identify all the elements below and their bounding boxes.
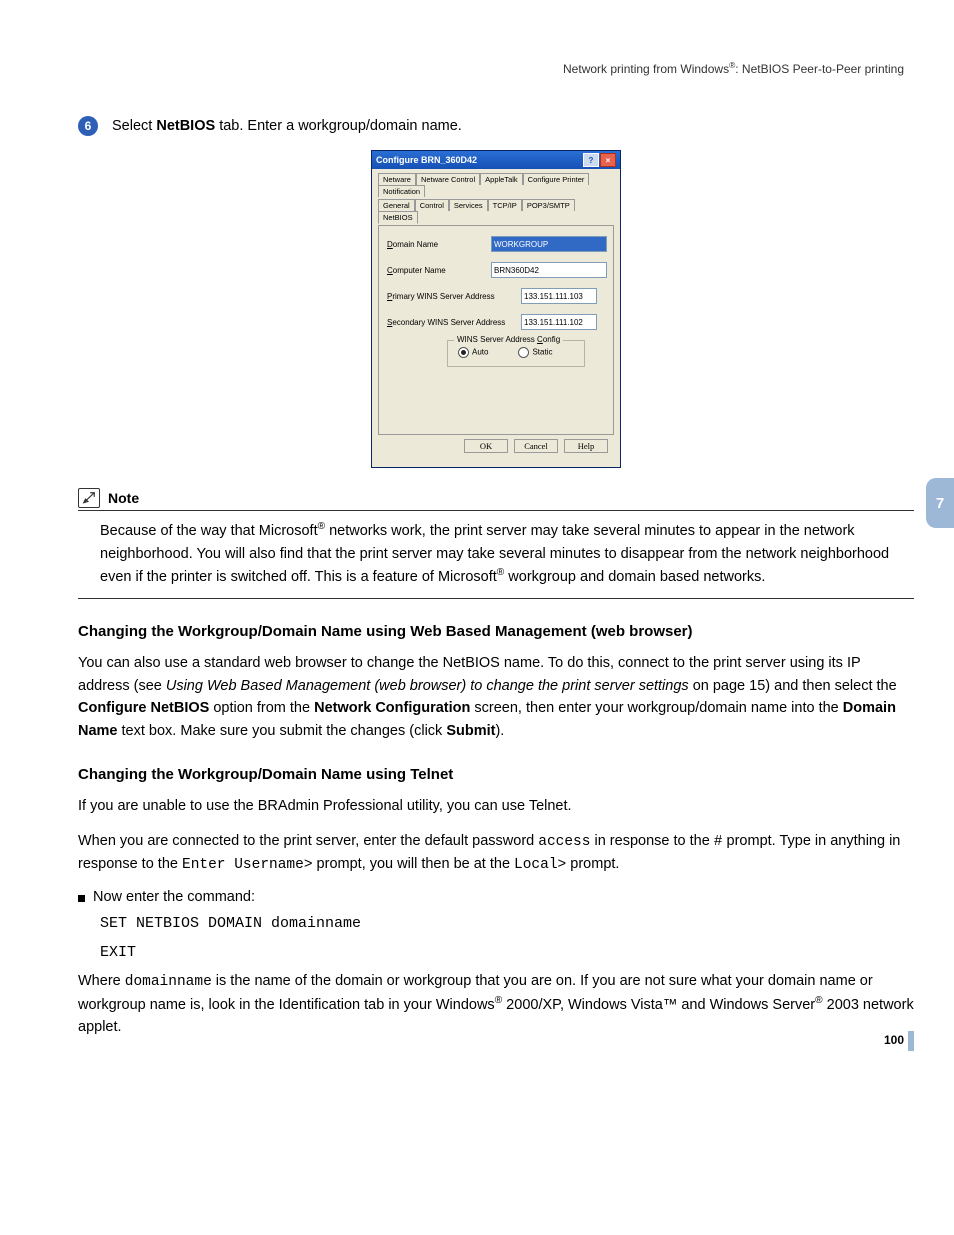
primary-wins-label: Primary WINS Server Address [387,292,515,301]
note-box: Note Because of the way that Microsoft® … [78,488,914,599]
computer-name-input[interactable] [491,262,607,278]
dialog-title: Configure BRN_360D42 [376,155,477,165]
domain-name-label: Domain Name [387,240,485,249]
page-number-bar [908,1031,914,1051]
heading-telnet: Changing the Workgroup/Domain Name using… [78,766,914,783]
radio-auto[interactable]: Auto [458,347,488,358]
tab-notification[interactable]: Notification [378,185,425,197]
tab-netbios[interactable]: NetBIOS [378,211,418,224]
heading-web-management: Changing the Workgroup/Domain Name using… [78,623,914,640]
note-icon [78,488,100,508]
secondary-wins-label: Secondary WINS Server Address [387,318,515,327]
tab-general[interactable]: General [378,199,415,211]
telnet-p1: If you are unable to use the BRAdmin Pro… [78,795,914,817]
note-body: Because of the way that Microsoft® netwo… [78,519,914,588]
note-label: Note [108,490,139,506]
cancel-button[interactable]: Cancel [514,439,558,453]
registered-mark: ® [815,995,822,1006]
ok-button[interactable]: OK [464,439,508,453]
dialog-tabs-row2: General Control Services TCP/IP POP3/SMT… [378,199,614,223]
telnet-p2: When you are connected to the print serv… [78,830,914,877]
wins-config-legend: WINS Server Address Config [454,335,563,344]
domain-name-input[interactable] [491,236,607,252]
tab-services[interactable]: Services [449,199,488,211]
tab-tcpip[interactable]: TCP/IP [488,199,522,211]
secondary-wins-input[interactable] [521,314,597,330]
command-set-netbios: SET NETBIOS DOMAIN domainname [100,911,914,937]
dialog-tabs-row1: Netware Netware Control AppleTalk Config… [378,173,614,197]
header-text-2: : NetBIOS Peer-to-Peer printing [735,62,904,76]
bullet-now-enter: Now enter the command: [78,889,914,905]
primary-wins-input[interactable] [521,288,597,304]
chapter-side-tab: 7 [926,478,954,528]
step-6-row: 6 Select NetBIOS tab. Enter a workgroup/… [78,116,914,136]
registered-mark: ® [318,521,325,532]
web-management-paragraph: You can also use a standard web browser … [78,652,914,742]
header-text-1: Network printing from Windows [563,62,729,76]
bullet-icon [78,895,85,902]
tab-appletalk[interactable]: AppleTalk [480,173,523,185]
configure-dialog: Configure BRN_360D42 ? × Netware Netware… [371,150,621,468]
dialog-titlebar: Configure BRN_360D42 ? × [372,151,620,169]
step-instruction: Select NetBIOS tab. Enter a workgroup/do… [112,116,462,136]
radio-static[interactable]: Static [518,347,552,358]
page-header: Network printing from Windows®: NetBIOS … [78,60,914,76]
page-number: 100 [884,1033,904,1047]
tab-netware-control[interactable]: Netware Control [416,173,480,185]
tab-configure-printer[interactable]: Configure Printer [523,173,590,185]
tab-pop3smtp[interactable]: POP3/SMTP [522,199,575,211]
tab-netware[interactable]: Netware [378,173,416,185]
tab-control[interactable]: Control [415,199,449,211]
command-exit: EXIT [100,940,914,966]
step-number-badge: 6 [78,116,98,136]
computer-name-label: Computer Name [387,266,485,275]
bullet-text: Now enter the command: [93,889,255,905]
wins-config-fieldset: WINS Server Address Config Auto Static [447,340,585,367]
help-button[interactable]: Help [564,439,608,453]
help-icon[interactable]: ? [583,153,599,167]
close-icon[interactable]: × [600,153,616,167]
telnet-p3: Where domainname is the name of the doma… [78,970,914,1039]
netbios-panel: Domain Name Computer Name Primary WINS S… [378,225,614,435]
